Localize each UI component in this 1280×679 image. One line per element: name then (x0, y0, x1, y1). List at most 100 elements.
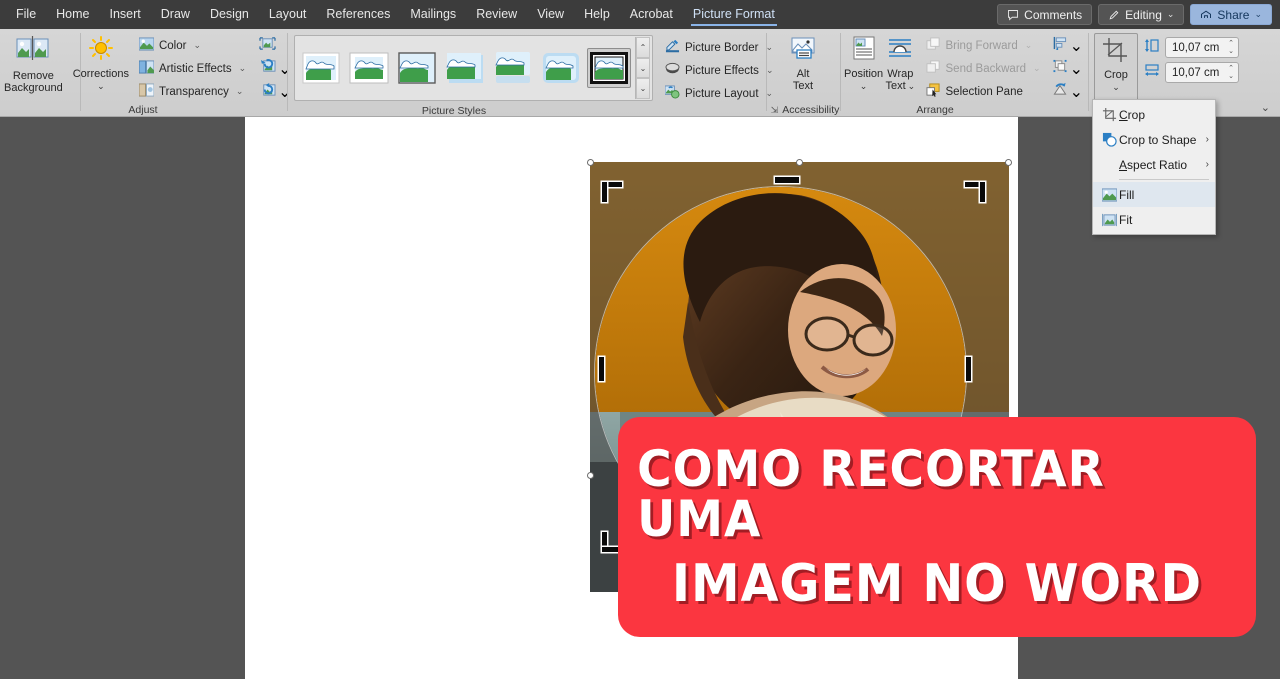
crop-to-shape-icon (1099, 132, 1119, 147)
align-icon (1052, 36, 1068, 55)
tab-design[interactable]: Design (200, 0, 259, 29)
share-button[interactable]: Share ⌄ (1190, 4, 1272, 25)
menu-item-fill[interactable]: Fill (1093, 182, 1215, 207)
group-button[interactable]: ⌄ (1049, 58, 1086, 79)
shape-height-input[interactable]: 10,07 cm ⌃ ⌄ (1165, 37, 1239, 58)
shape-width-icon (1144, 63, 1160, 83)
menu-item-fit[interactable]: Fit (1093, 207, 1215, 232)
transparency-button[interactable]: Transparency ⌄ (135, 81, 250, 102)
remove-background-line1: Remove (12, 70, 54, 82)
fill-icon (1099, 187, 1119, 202)
crop-handle-middle-left[interactable] (599, 357, 604, 381)
group-divider (80, 33, 81, 111)
picture-style-beveled-matte-white[interactable] (347, 48, 391, 88)
comment-icon (1007, 9, 1019, 21)
gallery-more-button[interactable]: ⌄ (636, 78, 650, 100)
picture-border-label: Picture Border (685, 41, 759, 54)
menu-item-crop-to-shape[interactable]: Crop to Shape › (1093, 127, 1215, 152)
picture-style-simple-frame-white[interactable] (299, 48, 343, 88)
corrections-button[interactable]: Corrections ⌄ (73, 33, 129, 92)
rotate-button[interactable]: ⌄ (1049, 81, 1086, 102)
picture-styles-group-label: Picture Styles (421, 105, 487, 117)
alt-text-button[interactable]: Alt Text (772, 33, 834, 92)
tab-file[interactable]: File (6, 0, 46, 29)
shape-width-stepper[interactable]: ⌃ ⌄ (1224, 63, 1238, 82)
comments-label: Comments (1024, 7, 1083, 22)
remove-background-button[interactable]: Remove Background (4, 33, 63, 94)
crop-handle-top-center[interactable] (775, 177, 799, 183)
artistic-effects-button[interactable]: Artistic Effects ⌄ (135, 58, 250, 79)
tab-help[interactable]: Help (574, 0, 620, 29)
tab-mailings[interactable]: Mailings (400, 0, 466, 29)
align-button[interactable]: ⌄ (1049, 35, 1086, 56)
menu-item-fill-label: Fill (1119, 187, 1135, 202)
color-button[interactable]: Color ⌄ (135, 35, 250, 56)
picture-style-soft-edge-rectangle[interactable] (539, 48, 583, 88)
crop-button[interactable]: Crop ⌄ (1094, 33, 1138, 105)
picture-effects-label: Picture Effects (685, 64, 759, 77)
tab-layout[interactable]: Layout (259, 0, 317, 29)
tab-review[interactable]: Review (466, 0, 527, 29)
tab-view[interactable]: View (527, 0, 574, 29)
picture-style-reflected-rounded-rectangle[interactable] (491, 48, 535, 88)
banner-line-2: imagem no Word (671, 554, 1203, 614)
adjust-icon-buttons: ⌄ ⌄ (256, 33, 294, 102)
tab-insert[interactable]: Insert (100, 0, 151, 29)
size-fields: 10,07 cm ⌃ ⌄ 10,07 cm ⌃ ⌄ (1144, 33, 1239, 87)
send-backward-label: Send Backward (945, 62, 1027, 75)
picture-layout-button[interactable]: Picture Layout ⌄ (661, 83, 777, 104)
change-picture-button[interactable]: ⌄ (256, 58, 294, 79)
picture-style-metal-frame[interactable] (395, 48, 439, 88)
picture-border-button[interactable]: Picture Border ⌄ (661, 37, 777, 58)
stepper-up-icon[interactable]: ⌃ (1228, 65, 1234, 73)
crop-handle-top-right-v[interactable] (980, 182, 985, 202)
remove-background-icon (16, 36, 50, 67)
crop-handle-top-left-v[interactable] (602, 182, 607, 202)
picture-effects-button[interactable]: Picture Effects ⌄ (661, 60, 777, 81)
stepper-down-icon[interactable]: ⌄ (1228, 73, 1234, 81)
gallery-scroll-down-button[interactable]: ⌄ (636, 57, 650, 79)
selection-handle-middle-left[interactable] (587, 472, 594, 479)
menu-item-crop[interactable]: Crop (1093, 102, 1215, 127)
crop-dropdown-menu[interactable]: Crop Crop to Shape › Aspect Ratio › Fill… (1092, 99, 1216, 235)
chevron-down-icon: ⌄ (235, 86, 244, 96)
document-page[interactable]: Como recortar uma imagem no Word (245, 117, 1256, 679)
menu-item-fit-label: Fit (1119, 212, 1133, 227)
shape-height-stepper[interactable]: ⌃ ⌄ (1224, 38, 1238, 57)
collapse-ribbon-button[interactable]: ⌄ (1261, 101, 1270, 114)
tab-acrobat[interactable]: Acrobat (620, 0, 683, 29)
tab-home[interactable]: Home (46, 0, 99, 29)
selection-handle-top-right[interactable] (1005, 159, 1012, 166)
selection-pane-button[interactable]: Selection Pane (922, 81, 1045, 102)
position-icon (850, 36, 878, 65)
tab-draw[interactable]: Draw (151, 0, 200, 29)
stepper-up-icon[interactable]: ⌃ (1228, 40, 1234, 48)
selection-handle-top-center[interactable] (796, 159, 803, 166)
accel-char: C (1119, 107, 1128, 122)
gallery-scrollbar[interactable]: ⌃ ⌄ ⌄ (635, 37, 650, 100)
wrap-text-button[interactable]: Wrap Text ⌄ (883, 33, 917, 92)
picture-style-double-frame-black[interactable] (587, 48, 631, 88)
shape-width-input[interactable]: 10,07 cm ⌃ ⌄ (1165, 62, 1239, 83)
chevron-down-icon: ⌄ (238, 63, 247, 73)
menu-item-aspect-ratio-label: Aspect Ratio (1119, 158, 1206, 172)
picture-style-drop-shadow-rectangle[interactable] (443, 48, 487, 88)
selection-handle-top-left[interactable] (587, 159, 594, 166)
picture-styles-gallery[interactable]: ⌃ ⌄ ⌄ (294, 35, 653, 101)
menu-item-aspect-ratio[interactable]: Aspect Ratio › (1093, 152, 1215, 177)
word-application-window: File Home Insert Draw Design Layout Refe… (0, 0, 1280, 679)
title-banner: Como recortar uma imagem no Word (618, 417, 1256, 637)
group-divider (287, 33, 288, 111)
gallery-scroll-up-button[interactable]: ⌃ (636, 37, 650, 58)
comments-button[interactable]: Comments (997, 4, 1093, 25)
position-button[interactable]: Position ⌄ (844, 33, 883, 92)
tab-references[interactable]: References (316, 0, 400, 29)
document-canvas[interactable]: Como recortar uma imagem no Word (0, 117, 1280, 679)
dialog-launcher-icon[interactable]: ⇲ (771, 103, 779, 117)
compress-pictures-button[interactable] (256, 35, 294, 56)
tab-picture-format[interactable]: Picture Format (683, 0, 785, 29)
reset-picture-button[interactable]: ⌄ (256, 81, 294, 102)
stepper-down-icon[interactable]: ⌄ (1228, 48, 1234, 56)
editing-mode-button[interactable]: Editing ⌄ (1098, 4, 1185, 25)
crop-handle-middle-right[interactable] (966, 357, 971, 381)
